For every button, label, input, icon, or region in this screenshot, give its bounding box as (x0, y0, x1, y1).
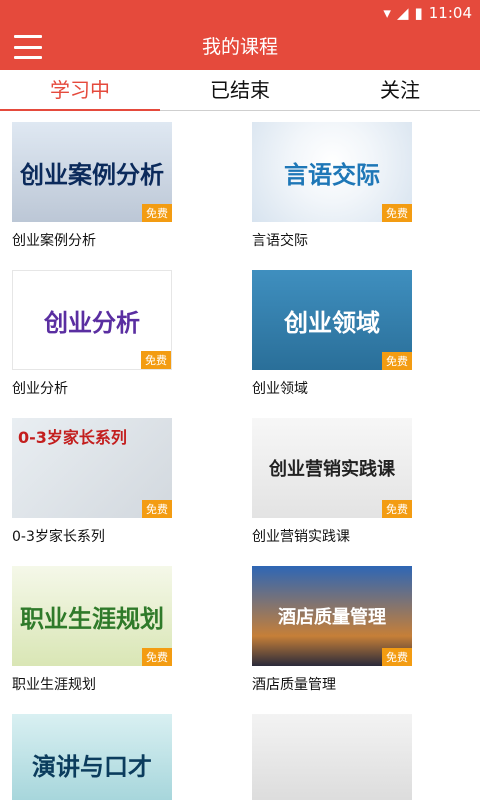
course-grid: 创业案例分析 免费 创业案例分析 言语交际 免费 言语交际 创业分析 免费 创业… (0, 110, 480, 800)
tab-bar: 学习中 已结束 关注 (0, 70, 480, 111)
app-bar: 我的课程 (0, 25, 480, 70)
thumbnail-text: 演讲与口才 (32, 752, 152, 781)
course-thumbnail: 酒店质量管理 免费 (252, 566, 412, 666)
tab-finished[interactable]: 已结束 (160, 70, 320, 110)
free-badge: 免费 (141, 351, 171, 369)
status-bar: ▾ ◢ ▮ 11:04 (0, 0, 480, 25)
course-thumbnail (252, 714, 412, 800)
free-badge: 免费 (142, 648, 172, 666)
free-badge: 免费 (382, 204, 412, 222)
course-title: 创业案例分析 (12, 233, 96, 249)
course-card[interactable]: 演讲与口才 (12, 714, 172, 800)
course-title: 创业分析 (12, 381, 68, 397)
page-title: 我的课程 (201, 36, 278, 58)
course-card[interactable]: 职业生涯规划 免费 职业生涯规划 (12, 566, 172, 694)
status-time: 11:04 (428, 3, 472, 22)
course-card[interactable]: 酒店质量管理 免费 酒店质量管理 (252, 566, 412, 694)
course-card[interactable]: 创业分析 免费 创业分析 (12, 270, 172, 398)
course-card[interactable]: 创业领域 免费 创业领域 (252, 270, 412, 398)
free-badge: 免费 (142, 204, 172, 222)
free-badge: 免费 (382, 352, 412, 370)
course-thumbnail: 创业营销实践课 免费 (252, 418, 412, 518)
wifi-icon: ▾ (383, 3, 391, 22)
course-title: 职业生涯规划 (12, 677, 96, 693)
course-thumbnail: 创业领域 免费 (252, 270, 412, 370)
battery-icon: ▮ (414, 3, 423, 22)
course-card[interactable]: 创业营销实践课 免费 创业营销实践课 (252, 418, 412, 546)
course-thumbnail: 职业生涯规划 免费 (12, 566, 172, 666)
course-title: 创业领域 (252, 381, 308, 397)
course-title: 0-3岁家长系列 (12, 529, 105, 545)
course-thumbnail: 演讲与口才 (12, 714, 172, 800)
free-badge: 免费 (382, 500, 412, 518)
course-card[interactable] (252, 714, 412, 800)
free-badge: 免费 (382, 648, 412, 666)
course-thumbnail: 创业案例分析 免费 (12, 122, 172, 222)
tab-learning[interactable]: 学习中 (0, 70, 160, 111)
free-badge: 免费 (142, 500, 172, 518)
signal-icon: ◢ (396, 3, 409, 22)
course-title: 言语交际 (252, 233, 308, 249)
course-thumbnail: 0-3岁家长系列 免费 (12, 418, 172, 518)
course-card[interactable]: 言语交际 免费 言语交际 (252, 122, 412, 250)
course-card[interactable]: 0-3岁家长系列 免费 0-3岁家长系列 (12, 418, 172, 546)
course-thumbnail: 言语交际 免费 (252, 122, 412, 222)
course-title: 创业营销实践课 (252, 529, 350, 545)
course-card[interactable]: 创业案例分析 免费 创业案例分析 (12, 122, 172, 250)
course-title: 酒店质量管理 (252, 677, 336, 693)
tab-following[interactable]: 关注 (320, 70, 480, 110)
course-thumbnail: 创业分析 免费 (12, 270, 172, 370)
